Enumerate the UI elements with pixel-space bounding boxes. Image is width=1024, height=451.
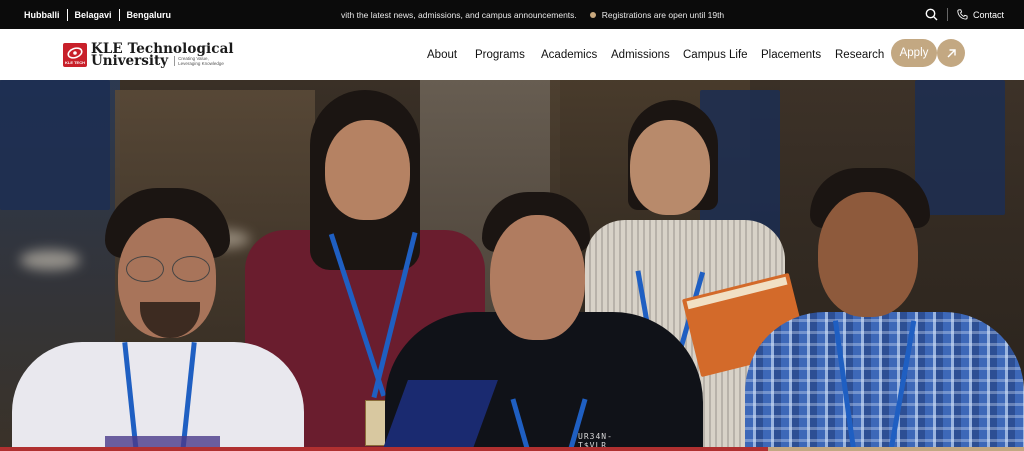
separator bbox=[118, 8, 120, 21]
announcement-ticker: vith the latest news, admissions, and ca… bbox=[341, 0, 724, 29]
main-navbar: KLE TECH KLE Technological University Cr… bbox=[0, 29, 1024, 80]
university-name-line2: University bbox=[91, 53, 169, 69]
nav-item-research[interactable]: Research bbox=[835, 49, 884, 61]
logo-swirl-icon bbox=[67, 47, 83, 59]
background-sign bbox=[0, 80, 110, 210]
nav-item-academics[interactable]: Academics bbox=[541, 49, 597, 61]
nav-item-about[interactable]: About bbox=[427, 49, 457, 61]
alert-dot-icon bbox=[589, 11, 596, 18]
background-sign bbox=[915, 80, 1005, 215]
kle-logo-mark: KLE TECH bbox=[63, 43, 87, 67]
separator bbox=[66, 8, 68, 21]
campus-link-bengaluru[interactable]: Bengaluru bbox=[127, 10, 172, 20]
nav-item-placements[interactable]: Placements bbox=[761, 49, 821, 61]
background-light bbox=[20, 250, 80, 270]
ticker-alert[interactable]: Registrations are open until 19th bbox=[602, 10, 724, 20]
nav-item-admissions[interactable]: Admissions bbox=[611, 49, 670, 61]
arrow-up-right-icon bbox=[947, 48, 956, 57]
nav-item-campus-life[interactable]: Campus Life bbox=[683, 49, 748, 61]
contact-label: Contact bbox=[973, 9, 1005, 20]
ticker-text: vith the latest news, admissions, and ca… bbox=[341, 9, 577, 20]
apply-button[interactable]: Apply bbox=[891, 39, 937, 67]
nav-item-programs[interactable]: Programs bbox=[475, 49, 525, 61]
separator bbox=[947, 8, 948, 21]
university-logo[interactable]: KLE TECH KLE Technological University Cr… bbox=[63, 41, 234, 69]
phone-icon bbox=[957, 9, 968, 20]
hero-banner-image: UR34N-T$VLR bbox=[0, 80, 1024, 451]
campus-link-hubballi[interactable]: Hubballi bbox=[24, 10, 60, 20]
contact-link[interactable]: Contact bbox=[957, 0, 1004, 29]
search-icon[interactable] bbox=[925, 8, 938, 21]
top-utility-bar: Hubballi Belagavi Bengaluru vith the lat… bbox=[0, 0, 1024, 29]
apply-arrow-button[interactable] bbox=[937, 39, 965, 67]
campus-links: Hubballi Belagavi Bengaluru bbox=[24, 0, 171, 29]
campus-link-belagavi[interactable]: Belagavi bbox=[75, 10, 112, 20]
hero-bottom-accent bbox=[0, 447, 1024, 451]
university-tagline: Creating Value, Leveraging Knowledge bbox=[174, 56, 224, 66]
university-name: KLE Technological University Creating Va… bbox=[91, 42, 234, 69]
